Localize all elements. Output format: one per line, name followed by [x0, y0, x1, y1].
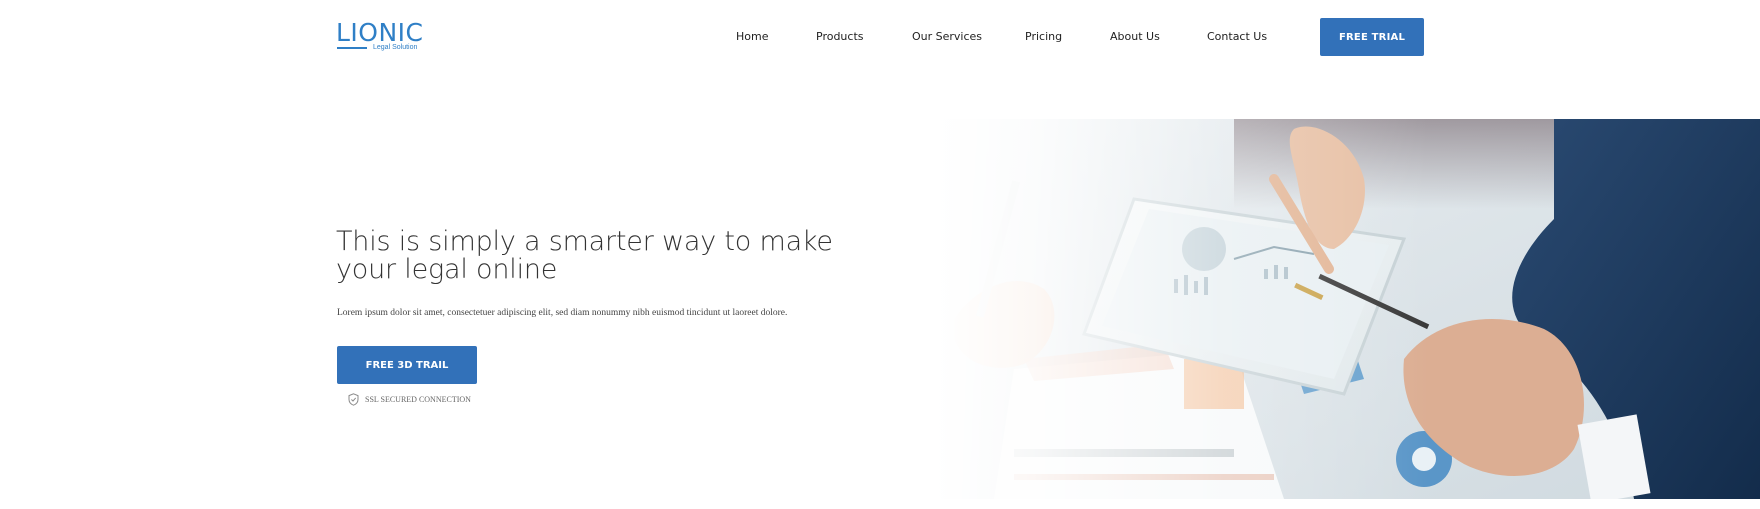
hero-headline: This is simply a smarter way to make you… — [336, 226, 833, 285]
free-trial-button[interactable]: FREE TRIAL — [1320, 18, 1424, 56]
logo-underline — [337, 47, 367, 49]
nav-products[interactable]: Products — [816, 30, 864, 43]
logo-wordmark: LIONIC — [336, 18, 424, 47]
nav-home[interactable]: Home — [736, 30, 768, 43]
nav-about-us[interactable]: About Us — [1110, 30, 1160, 43]
landing-page: LIONIC Legal Solution Home Products Our … — [0, 0, 1760, 509]
nav-pricing[interactable]: Pricing — [1025, 30, 1062, 43]
logo-tagline: Legal Solution — [373, 44, 418, 51]
hero-image — [934, 119, 1760, 499]
free-3d-trail-button[interactable]: FREE 3D TRAIL — [337, 346, 477, 384]
hero-subtext: Lorem ipsum dolor sit amet, consectetuer… — [337, 308, 788, 318]
shield-check-icon — [348, 393, 359, 406]
logo[interactable]: LIONIC Legal Solution — [336, 19, 423, 55]
nav-our-services[interactable]: Our Services — [912, 30, 982, 43]
nav-contact-us[interactable]: Contact Us — [1207, 30, 1267, 43]
ssl-badge: SSL SECURED CONNECTION — [348, 393, 471, 406]
ssl-text: SSL SECURED CONNECTION — [365, 395, 471, 404]
